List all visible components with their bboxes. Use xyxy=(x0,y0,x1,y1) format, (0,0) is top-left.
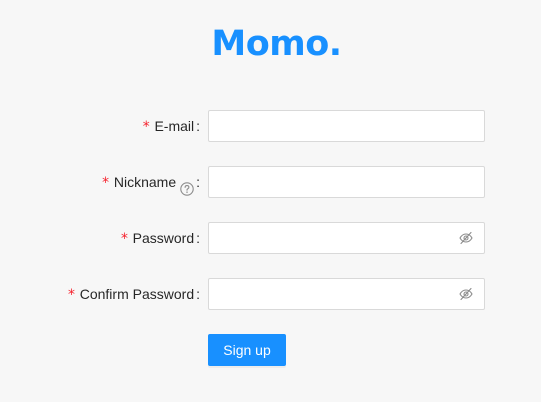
password-field[interactable] xyxy=(209,223,439,253)
required-mark: * xyxy=(101,175,110,191)
nickname-form-item: * Nickname : xyxy=(0,166,541,198)
nickname-label-text: Nickname xyxy=(113,174,177,190)
required-mark: * xyxy=(120,231,129,247)
confirm-password-label-text: Confirm Password xyxy=(79,286,195,302)
confirm-password-label: * Confirm Password : xyxy=(67,278,200,310)
confirm-password-input-wrapper xyxy=(208,278,485,310)
label-colon: : xyxy=(196,118,200,134)
required-mark: * xyxy=(142,119,151,135)
label-colon: : xyxy=(196,174,200,190)
password-label-text: Password xyxy=(132,230,195,246)
password-label: * Password : xyxy=(120,222,200,254)
label-colon: : xyxy=(196,286,200,302)
confirm-password-form-item: * Confirm Password : xyxy=(0,278,541,310)
nickname-field[interactable] xyxy=(208,166,485,198)
email-label-text: E-mail xyxy=(154,118,195,134)
email-label: * E-mail : xyxy=(142,110,200,142)
password-input-wrapper xyxy=(208,222,485,254)
nickname-label: * Nickname : xyxy=(101,166,200,198)
eye-invisible-icon[interactable] xyxy=(459,231,473,245)
sign-up-button[interactable]: Sign up xyxy=(208,334,286,366)
label-colon: : xyxy=(196,230,200,246)
email-form-item: * E-mail : xyxy=(0,110,541,142)
email-field[interactable] xyxy=(208,110,485,142)
confirm-password-field[interactable] xyxy=(209,279,439,309)
app-title: Momo. xyxy=(211,24,342,64)
required-mark: * xyxy=(67,287,76,303)
question-circle-icon[interactable] xyxy=(180,175,194,196)
password-form-item: * Password : xyxy=(0,222,541,254)
eye-invisible-icon[interactable] xyxy=(459,287,473,301)
